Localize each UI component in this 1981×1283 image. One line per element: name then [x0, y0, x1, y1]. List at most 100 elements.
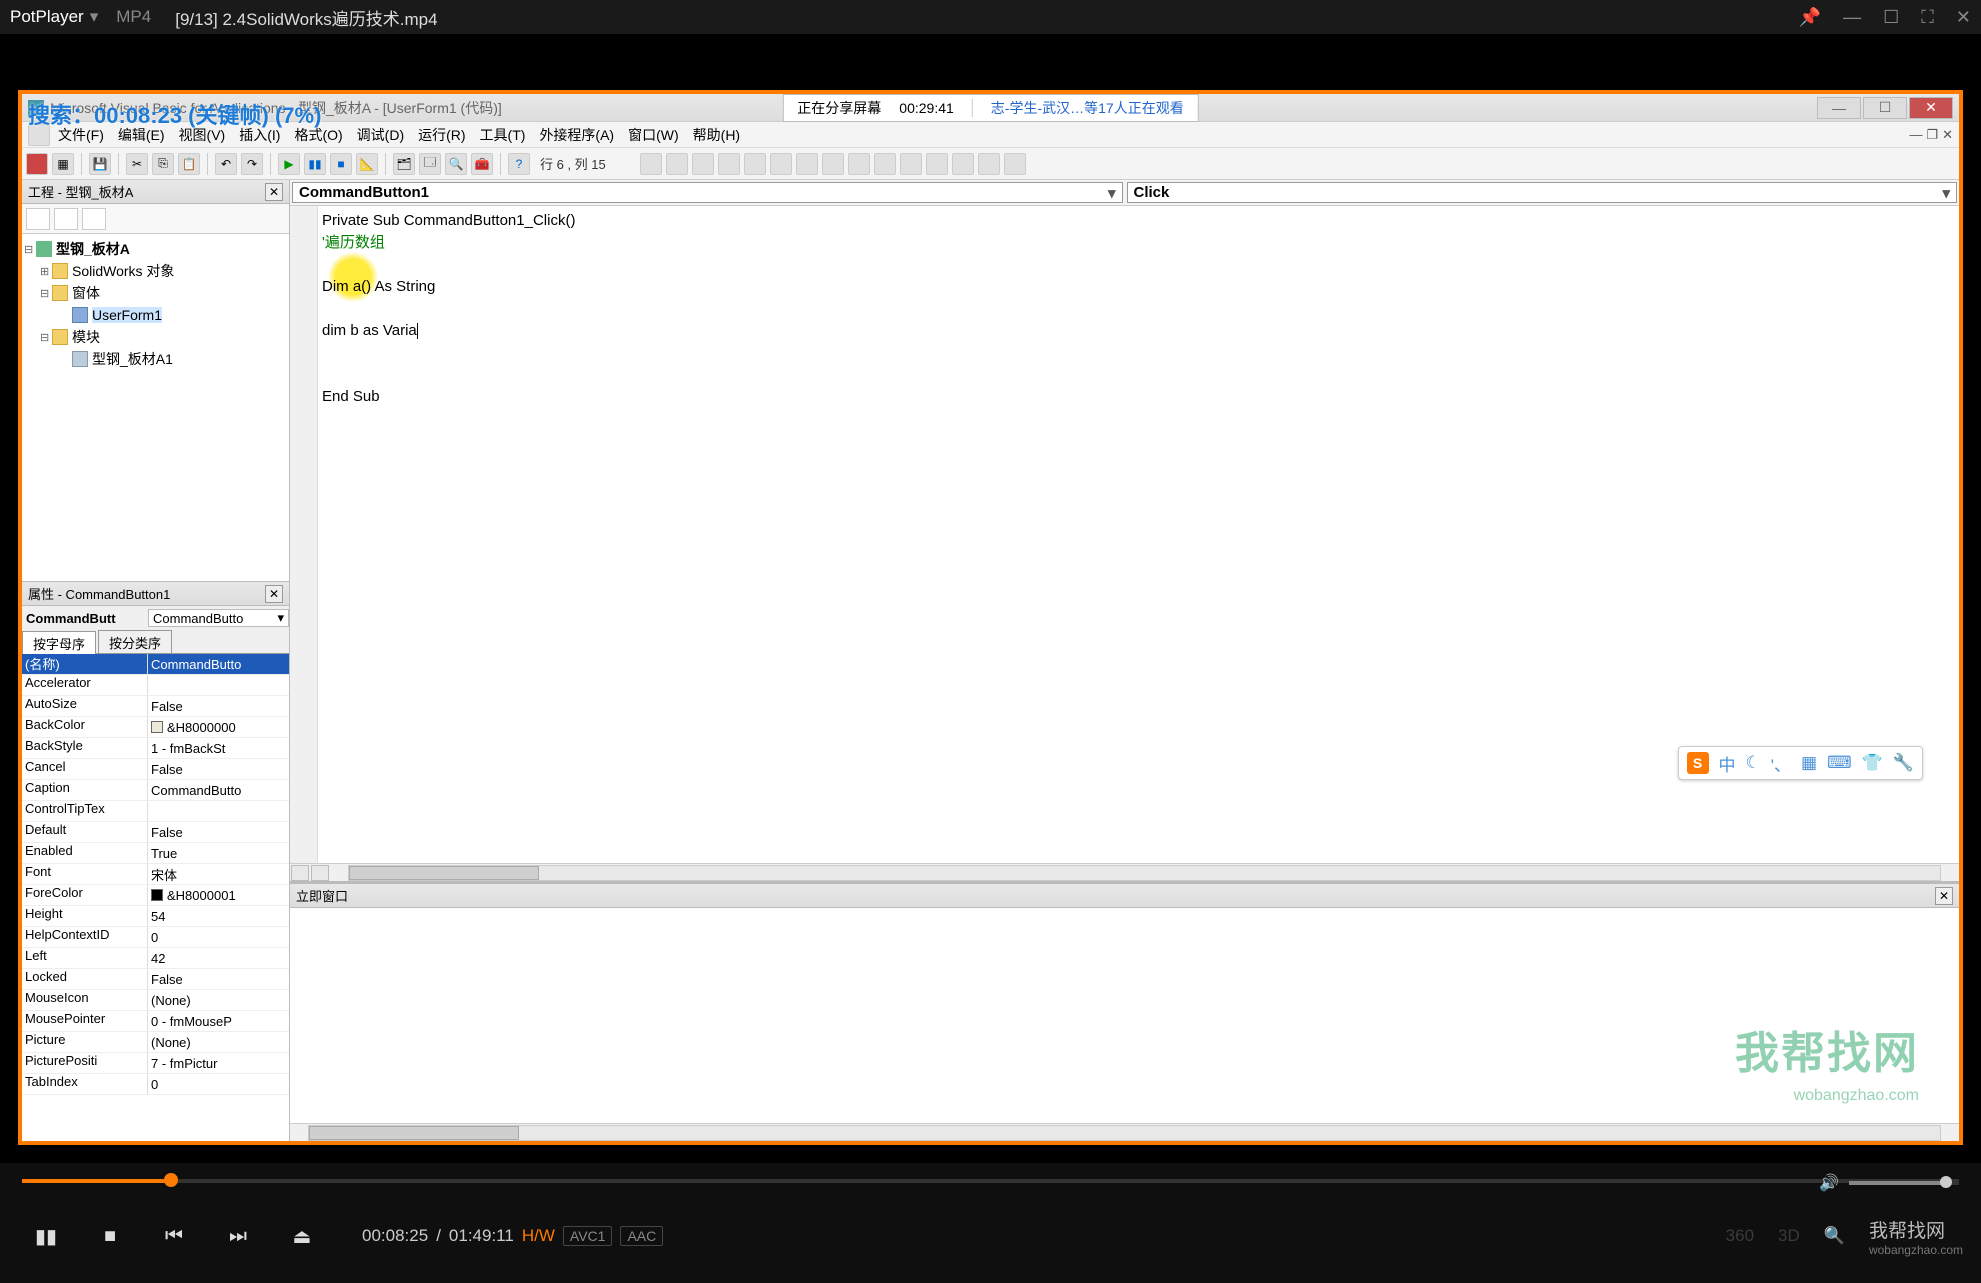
code-object-dropdown[interactable]: CommandButton1▾	[292, 182, 1123, 203]
property-row[interactable]: CancelFalse	[22, 759, 289, 780]
properties-grid[interactable]: (名称)CommandButtoAcceleratorAutoSizeFalse…	[22, 654, 289, 1141]
ime-softkb-icon[interactable]: ▦	[1801, 753, 1817, 773]
tb-cut-icon[interactable]: ✂	[126, 153, 148, 175]
prev-button[interactable]: ⏮	[146, 1213, 202, 1259]
menu-help[interactable]: 帮助(H)	[687, 123, 746, 147]
tb-view-icon[interactable]: ▦	[52, 153, 74, 175]
property-row[interactable]: BackColor&H8000000	[22, 717, 289, 738]
immediate-hscrollbar[interactable]	[290, 1123, 1959, 1141]
tree-folder-forms[interactable]: ⊟窗体	[24, 282, 287, 304]
procedure-view-icon[interactable]	[291, 865, 309, 881]
vr360-icon[interactable]: 360	[1726, 1226, 1754, 1246]
tb-extra-icon[interactable]	[926, 153, 948, 175]
property-row[interactable]: DefaultFalse	[22, 822, 289, 843]
immediate-pane-title[interactable]: 立即窗口 ✕	[290, 884, 1959, 908]
minimize-icon[interactable]: —	[1843, 7, 1861, 28]
seek-bar[interactable]: 🔊	[0, 1163, 1981, 1201]
volume-icon[interactable]: 🔊	[1819, 1173, 1839, 1193]
menu-tools[interactable]: 工具(T)	[474, 123, 532, 147]
code-text[interactable]: Private Sub CommandButton1_Click() '遍历数组…	[322, 210, 1959, 408]
ime-settings-icon[interactable]: 🔧	[1893, 753, 1914, 773]
view-object-icon[interactable]	[54, 208, 78, 230]
tab-categorized[interactable]: 按分类序	[98, 630, 172, 653]
properties-pane-title[interactable]: 属性 - CommandButton1 ✕	[22, 582, 289, 606]
sogou-ime-toolbar[interactable]: S 中 ☾ '、 ▦ ⌨ 👕 🔧	[1678, 746, 1923, 780]
tb-undo-icon[interactable]: ↶	[215, 153, 237, 175]
sogou-logo-icon[interactable]: S	[1687, 752, 1709, 774]
tb-extra-icon[interactable]	[1004, 153, 1026, 175]
tb-extra-icon[interactable]	[666, 153, 688, 175]
ime-lang-icon[interactable]: 中	[1719, 751, 1736, 776]
tree-item-userform1[interactable]: UserForm1	[24, 304, 287, 326]
tb-copy-icon[interactable]: ⎘	[152, 153, 174, 175]
scrollbar-thumb[interactable]	[349, 866, 539, 880]
tb-extra-icon[interactable]	[640, 153, 662, 175]
tb-paste-icon[interactable]: 📋	[178, 153, 200, 175]
vbe-close-button[interactable]: ✕	[1909, 97, 1953, 119]
tb-save-icon[interactable]: 💾	[89, 153, 111, 175]
ime-moon-icon[interactable]: ☾	[1746, 753, 1761, 773]
property-row[interactable]: EnabledTrue	[22, 843, 289, 864]
property-row[interactable]: Height54	[22, 906, 289, 927]
code-procedure-dropdown[interactable]: Click▾	[1127, 182, 1958, 203]
ime-keyboard-icon[interactable]: ⌨	[1827, 753, 1852, 773]
tree-folder-swobjects[interactable]: ⊞SolidWorks 对象	[24, 260, 287, 282]
menu-debug[interactable]: 调试(D)	[351, 123, 410, 147]
immediate-window[interactable]: 我帮找网 wobangzhao.com	[290, 908, 1959, 1141]
next-button[interactable]: ⏭	[210, 1213, 266, 1259]
pin-icon[interactable]: 📌	[1799, 7, 1821, 28]
property-row[interactable]: AutoSizeFalse	[22, 696, 289, 717]
tb-redo-icon[interactable]: ↷	[241, 153, 263, 175]
code-hscrollbar[interactable]	[290, 863, 1959, 881]
volume-slider[interactable]	[1849, 1181, 1959, 1185]
property-row[interactable]: Accelerator	[22, 675, 289, 696]
properties-object-selector[interactable]: CommandButt CommandButto▾	[22, 606, 289, 630]
tb-extra-icon[interactable]	[692, 153, 714, 175]
property-row[interactable]: HelpContextID0	[22, 927, 289, 948]
tb-extra-icon[interactable]	[796, 153, 818, 175]
mdi-close-icon[interactable]: ✕	[1942, 127, 1953, 143]
ime-skin-icon[interactable]: 👕	[1862, 753, 1883, 773]
tb-break-icon[interactable]: ▮▮	[304, 153, 326, 175]
full-module-view-icon[interactable]	[311, 865, 329, 881]
mdi-minimize-icon[interactable]: —	[1909, 127, 1922, 143]
seek-knob[interactable]	[164, 1173, 178, 1187]
view-code-icon[interactable]	[26, 208, 50, 230]
tb-extra-icon[interactable]	[848, 153, 870, 175]
tb-extra-icon[interactable]	[874, 153, 896, 175]
vbe-minimize-button[interactable]: —	[1817, 97, 1861, 119]
menu-window[interactable]: 窗口(W)	[622, 123, 685, 147]
vbe-maximize-button[interactable]: ☐	[1863, 97, 1907, 119]
maximize-icon[interactable]: ☐	[1883, 7, 1899, 28]
fullscreen-icon[interactable]: ⛶	[1921, 7, 1934, 28]
share-viewers[interactable]: 志-学生-武汉…等17人正在观看	[991, 98, 1184, 118]
menu-addins[interactable]: 外接程序(A)	[533, 123, 620, 147]
property-row[interactable]: BackStyle1 - fmBackSt	[22, 738, 289, 759]
tb-extra-icon[interactable]	[770, 153, 792, 175]
eject-button[interactable]: ⏏	[274, 1213, 330, 1259]
property-row[interactable]: Picture(None)	[22, 1032, 289, 1053]
3d-icon[interactable]: 3D	[1778, 1226, 1800, 1246]
tb-run-icon[interactable]: ▶	[278, 153, 300, 175]
tab-alphabetic[interactable]: 按字母序	[22, 631, 96, 654]
project-pane-title[interactable]: 工程 - 型钢_板材A ✕	[22, 180, 289, 204]
tb-extra-icon[interactable]	[744, 153, 766, 175]
property-row[interactable]: ForeColor&H8000001	[22, 885, 289, 906]
scrollbar-thumb[interactable]	[309, 1126, 519, 1140]
tree-folder-modules[interactable]: ⊟模块	[24, 326, 287, 348]
property-row[interactable]: TabIndex0	[22, 1074, 289, 1095]
potplayer-logo[interactable]: PotPlayer	[10, 7, 84, 27]
ime-punct-icon[interactable]: '、	[1771, 751, 1791, 776]
property-row[interactable]: (名称)CommandButto	[22, 654, 289, 675]
toggle-folders-icon[interactable]	[82, 208, 106, 230]
video-codec-badge[interactable]: AVC1	[563, 1226, 613, 1246]
property-row[interactable]: LockedFalse	[22, 969, 289, 990]
volume-knob[interactable]	[1940, 1176, 1952, 1188]
tb-toolbox-icon[interactable]: 🧰	[471, 153, 493, 175]
tree-item-module1[interactable]: 型钢_板材A1	[24, 348, 287, 370]
property-row[interactable]: PicturePositi7 - fmPictur	[22, 1053, 289, 1074]
chevron-down-icon[interactable]: ▾	[277, 610, 284, 626]
mdi-restore-icon[interactable]: ❐	[1926, 127, 1938, 143]
project-tree[interactable]: ⊟型钢_板材A ⊞SolidWorks 对象 ⊟窗体 UserForm1 ⊟模块…	[22, 234, 289, 581]
tb-extra-icon[interactable]	[952, 153, 974, 175]
